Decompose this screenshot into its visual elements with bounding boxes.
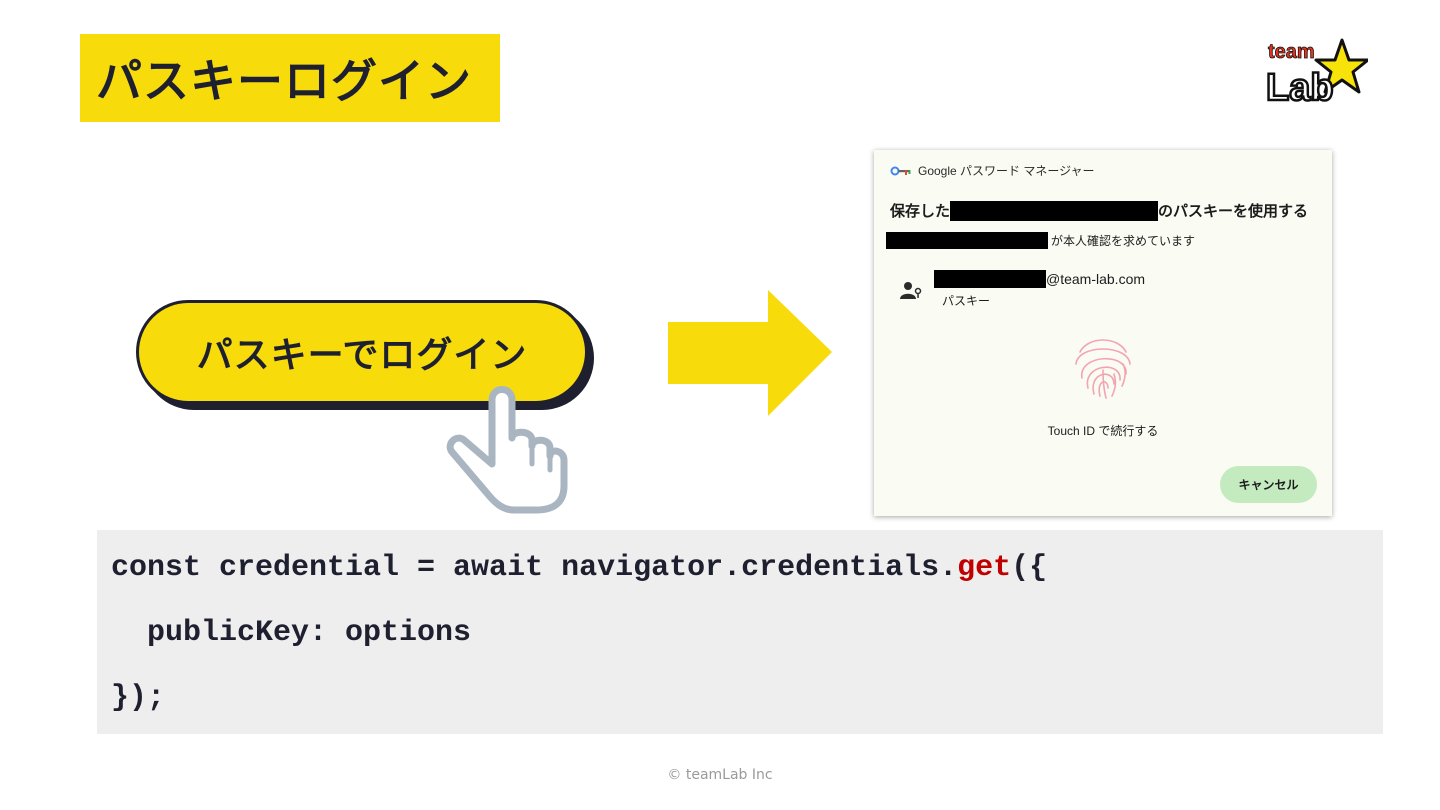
passkey-dialog: Google パスワード マネージャー 保存した のパスキーを使用する が本人確… [874, 150, 1332, 516]
redacted-site-domain [886, 232, 1048, 249]
code-block: const credential = await navigator.crede… [97, 530, 1383, 734]
account-email: @team-lab.com [934, 270, 1145, 288]
person-key-icon [900, 282, 922, 299]
dialog-title-suffix: のパスキーを使用する [1158, 203, 1309, 220]
slide-title: パスキーログイン [96, 54, 472, 108]
key-icon [890, 166, 911, 175]
logo-lab-text: Lab [1266, 67, 1334, 108]
dialog-subtitle: が本人確認を求めています [886, 232, 1195, 249]
dialog-subtitle-suffix: が本人確認を求めています [1051, 234, 1196, 248]
code-line-2: publicKey: options [111, 616, 472, 650]
account-email-suffix: @team-lab.com [1046, 271, 1146, 287]
account-option[interactable]: @team-lab.com パスキー [900, 270, 1300, 314]
pointing-hand-icon [446, 386, 568, 514]
redacted-site-name [950, 200, 1159, 221]
slide-title-box: パスキーログイン [80, 34, 500, 122]
teamlab-logo: team Lab [1265, 38, 1368, 108]
code-line-1-after: ({ [1011, 551, 1048, 585]
code-line-1-before: const credential = await navigator.crede… [111, 551, 958, 585]
dialog-header: Google パスワード マネージャー [890, 162, 1095, 179]
logo-team-text: team [1268, 41, 1315, 63]
code-line-3: }); [111, 681, 166, 715]
redacted-username [934, 270, 1046, 288]
touch-id-label: Touch ID で続行する [1047, 424, 1159, 438]
code-get-method: get [957, 551, 1012, 585]
fingerprint-icon [1075, 339, 1131, 399]
dialog-header-label: Google パスワード マネージャー [918, 164, 1095, 178]
copyright-footer: © teamLab Inc [667, 767, 773, 783]
dialog-title-prefix: 保存した [890, 203, 951, 220]
dialog-title: 保存した のパスキーを使用する [890, 200, 1308, 221]
right-arrow-icon [668, 290, 832, 416]
cancel-button[interactable]: キャンセル [1220, 466, 1317, 503]
account-type-label: パスキー [942, 294, 991, 308]
code-line-1: const credential = await navigator.crede… [111, 544, 1383, 609]
